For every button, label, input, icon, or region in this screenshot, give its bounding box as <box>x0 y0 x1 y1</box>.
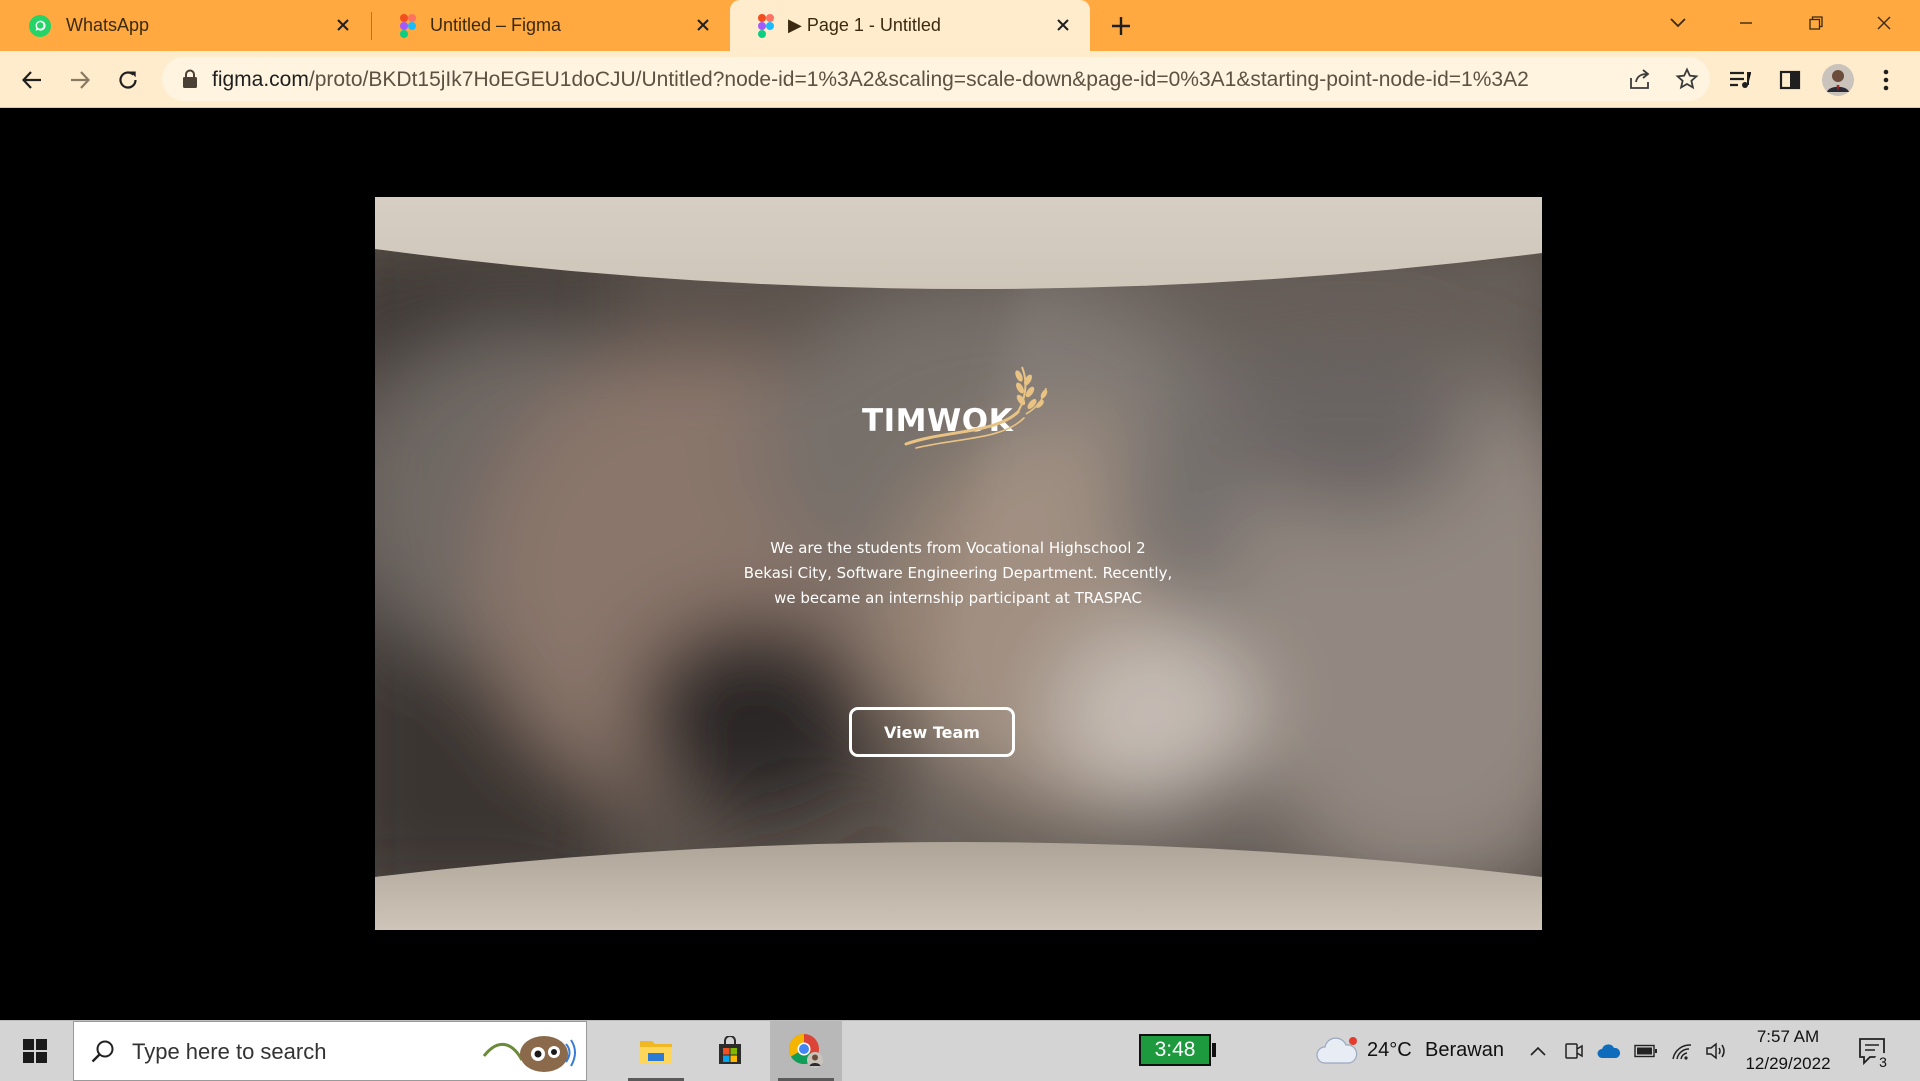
wifi-icon <box>1672 1044 1692 1060</box>
weather-temperature[interactable]: 24°C <box>1367 1039 1412 1062</box>
lock-icon <box>183 69 197 88</box>
clock-date[interactable]: 12/29/2022 <box>1736 1054 1840 1074</box>
onedrive-icon <box>1597 1044 1621 1058</box>
tray-meet-now[interactable] <box>1562 1039 1586 1063</box>
tab-whatsapp[interactable]: WhatsApp <box>0 0 370 51</box>
clock-time[interactable]: 7:57 AM <box>1752 1027 1824 1047</box>
battery-timer-widget[interactable]: 3:48 <box>1139 1034 1211 1066</box>
restore-button[interactable] <box>1798 8 1834 38</box>
more-vertical-icon <box>1883 69 1889 91</box>
search-highlight-illustration-icon <box>482 1036 576 1072</box>
media-controls-button[interactable] <box>1724 64 1756 96</box>
close-window-button[interactable] <box>1866 8 1902 38</box>
taskbar-chrome[interactable] <box>770 1021 842 1081</box>
cloud-weather-icon[interactable] <box>1315 1035 1359 1067</box>
intro-line: We are the students from Vocational High… <box>770 539 1146 557</box>
search-icon <box>91 1040 114 1063</box>
battery-icon <box>1634 1044 1657 1058</box>
browser-toolbar: figma.com/proto/BKDt15jIk7HoEGEU1doCJU/U… <box>0 51 1920 108</box>
tab-search-button[interactable] <box>1660 8 1696 38</box>
url-host: figma.com <box>212 68 309 91</box>
taskbar-microsoft-store[interactable] <box>694 1021 766 1081</box>
tray-onedrive[interactable] <box>1597 1039 1621 1063</box>
show-hidden-icons-button[interactable] <box>1526 1039 1550 1063</box>
reload-button[interactable] <box>112 64 144 96</box>
minimize-icon <box>1740 22 1752 24</box>
close-tab-icon[interactable] <box>332 14 354 36</box>
notification-count-badge: 3 <box>1874 1053 1892 1071</box>
figma-icon <box>400 13 416 38</box>
intro-line: Bekasi City, Software Engineering Depart… <box>743 564 1173 582</box>
tab-title: Untitled – Figma <box>430 15 562 35</box>
search-placeholder: Type here to search <box>132 1039 327 1064</box>
tab-figma-prototype[interactable]: ▶ Page 1 - Untitled <box>730 0 1090 51</box>
figma-icon <box>758 13 774 38</box>
address-bar[interactable]: figma.com/proto/BKDt15jIk7HoEGEU1doCJU/U… <box>162 57 1710 101</box>
tray-volume[interactable] <box>1704 1039 1728 1063</box>
avatar <box>1822 64 1854 96</box>
side-panel-icon <box>1779 70 1801 90</box>
chrome-icon <box>788 1034 823 1068</box>
tray-network[interactable] <box>1670 1039 1694 1063</box>
browser-menu-button[interactable] <box>1870 64 1902 96</box>
restore-icon <box>1809 16 1823 30</box>
arrow-left-icon <box>21 71 41 89</box>
taskbar-search-box[interactable]: Type here to search <box>73 1021 587 1081</box>
share-icon[interactable] <box>1628 68 1652 90</box>
url-path: /proto/BKDt15jIk7HoEGEU1doCJU/Untitled?n… <box>308 68 1529 91</box>
prototype-frame: TIMWOK We are the students from Vocation… <box>375 197 1542 930</box>
tab-figma-editor[interactable]: Untitled – Figma <box>372 0 730 51</box>
page-viewport: TIMWOK We are the students from Vocation… <box>0 108 1920 1020</box>
tab-title: ▶ Page 1 - Untitled <box>788 15 941 35</box>
reload-icon <box>119 71 137 89</box>
battery-widget-terminal <box>1212 1043 1216 1057</box>
tab-title: WhatsApp <box>66 15 150 35</box>
back-button[interactable] <box>16 64 48 96</box>
tab-strip: WhatsApp Untitled – Figma ▶ Page 1 - Unt… <box>0 0 1920 51</box>
windows-logo-icon <box>23 1039 47 1063</box>
close-icon <box>1877 16 1891 30</box>
taskbar-file-explorer[interactable] <box>620 1021 692 1081</box>
file-explorer-icon <box>640 1041 672 1064</box>
close-tab-icon[interactable] <box>1052 14 1074 36</box>
tray-battery[interactable] <box>1634 1039 1658 1063</box>
star-icon[interactable] <box>1675 67 1699 91</box>
arrow-right-icon <box>71 71 91 89</box>
close-tab-icon[interactable] <box>692 14 714 36</box>
intro-paragraph: We are the students from Vocational High… <box>708 536 1208 611</box>
profile-button[interactable] <box>1822 64 1854 96</box>
microsoft-store-icon <box>719 1036 741 1064</box>
start-button[interactable] <box>0 1021 70 1081</box>
side-panel-button[interactable] <box>1774 64 1806 96</box>
meet-now-icon <box>1565 1043 1583 1059</box>
intro-line: we became an internship participant at T… <box>774 589 1142 607</box>
speaker-icon <box>1706 1042 1725 1060</box>
url-text: figma.com/proto/BKDt15jIk7HoEGEU1doCJU/U… <box>212 68 1529 92</box>
minimize-button[interactable] <box>1728 8 1764 38</box>
chevron-up-icon <box>1530 1046 1546 1056</box>
view-team-button[interactable]: View Team <box>849 707 1015 757</box>
playlist-icon <box>1730 71 1751 88</box>
chevron-down-icon <box>1670 18 1686 28</box>
windows-taskbar: Type here to search 3:48 24°C Berawan 7:… <box>0 1020 1920 1081</box>
weather-description[interactable]: Berawan <box>1425 1039 1504 1062</box>
new-tab-button[interactable] <box>1106 12 1136 40</box>
wheat-emblem-icon <box>904 366 1048 449</box>
plus-icon <box>1112 17 1130 35</box>
whatsapp-icon <box>29 14 51 37</box>
forward-button[interactable] <box>64 64 96 96</box>
